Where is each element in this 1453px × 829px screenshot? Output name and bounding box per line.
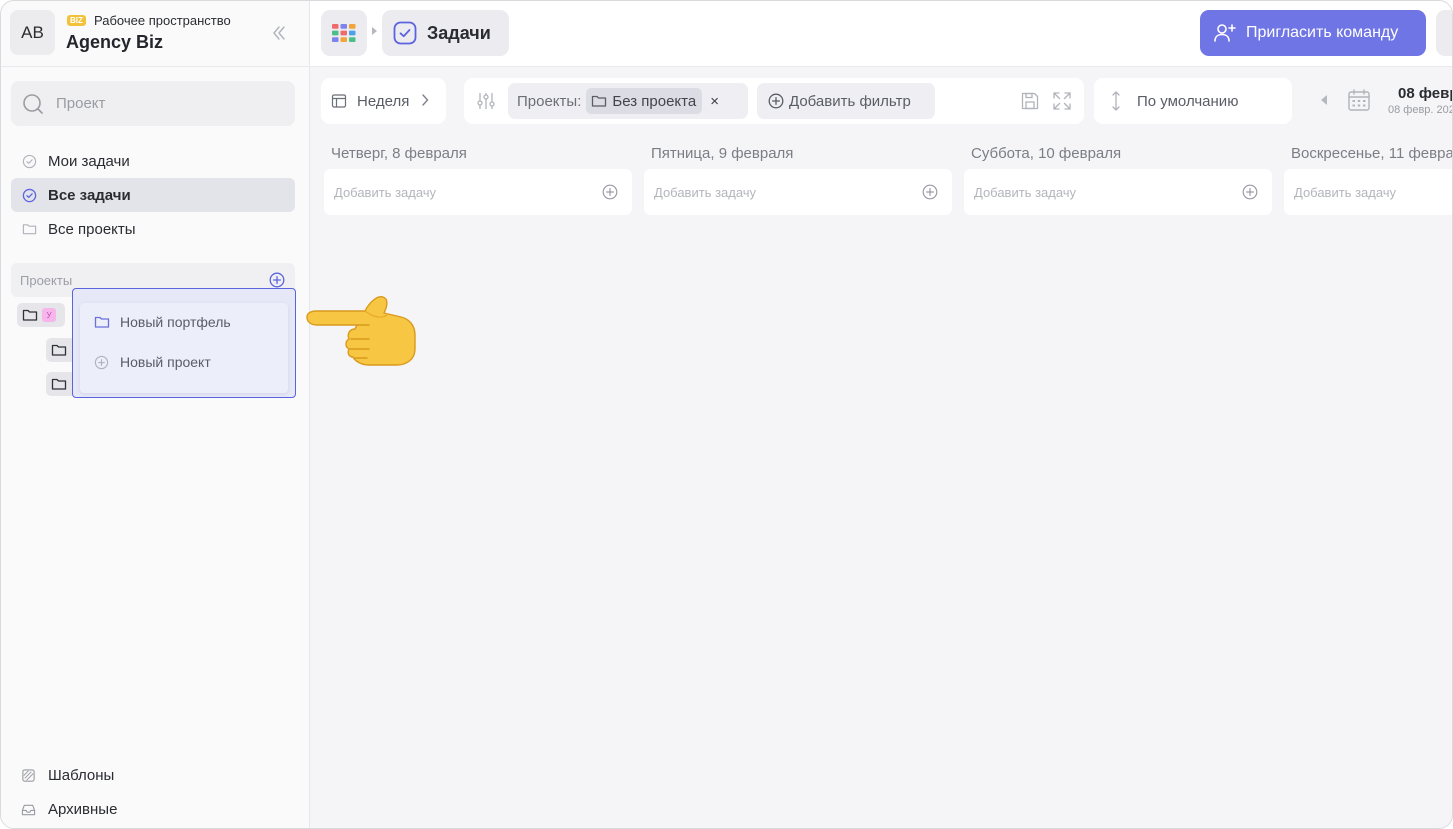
add-task-placeholder: Добавить задачу <box>334 184 437 200</box>
pointing-hand-icon <box>306 296 416 366</box>
plus-circle-icon[interactable] <box>1242 184 1258 200</box>
add-task-placeholder: Добавить задачу <box>974 184 1077 200</box>
day-title: Пятница, 9 февраля <box>651 145 794 162</box>
view-label: Неделя <box>357 92 410 110</box>
tree-portfolio-1[interactable]: У <box>17 303 65 327</box>
filter-chip-value[interactable]: Без проекта <box>586 88 703 114</box>
nav-label: Все проекты <box>48 220 136 238</box>
current-date-sub: 08 февр. 2024 <box>1388 104 1452 116</box>
add-task-placeholder: Добавить задачу <box>1294 184 1397 200</box>
folder-icon <box>22 308 38 322</box>
plus-circle-icon <box>94 354 110 370</box>
collapse-sidebar-button[interactable] <box>267 21 291 45</box>
date-navigator: 08 февр. 08 февр. 2024 <box>1321 78 1452 124</box>
archive-label: Архивные <box>48 800 118 818</box>
invite-team-label: Пригласить команду <box>1246 24 1399 41</box>
search-icon <box>23 93 43 114</box>
breadcrumb-tasks[interactable]: Задачи <box>382 10 509 56</box>
add-task-input[interactable]: Добавить задачу <box>1284 169 1452 215</box>
calendar-icon[interactable] <box>1347 88 1371 117</box>
day-title: Воскресенье, 11 февраля <box>1291 145 1453 162</box>
folder-icon <box>21 221 37 237</box>
chevron-right-icon <box>421 93 429 109</box>
add-menu-dropdown: Новый портфель Новый проект <box>72 288 296 398</box>
view-switcher-week[interactable]: Неделя <box>321 78 446 124</box>
apps-grid-icon <box>332 24 356 42</box>
add-task-input[interactable]: Добавить задачу <box>644 169 952 215</box>
sort-selector[interactable]: По умолчанию <box>1094 78 1292 124</box>
filter-chip-label: Проекты: <box>517 92 582 110</box>
add-filter-label: Добавить фильтр <box>789 92 911 110</box>
templates-link[interactable]: Шаблоны <box>11 760 295 790</box>
double-chevron-left-icon <box>273 26 285 40</box>
nav-all-tasks[interactable]: Все задачи <box>11 178 295 212</box>
expand-icon[interactable] <box>1052 91 1072 116</box>
top-bar: Задачи Пригласить команду <box>310 1 1452 67</box>
templates-label: Шаблоны <box>48 766 115 784</box>
plan-badge: BIZ <box>67 15 86 26</box>
apps-button[interactable] <box>321 10 367 56</box>
add-task-input[interactable]: Добавить задачу <box>324 169 632 215</box>
project-search[interactable] <box>11 81 295 126</box>
app-window: AB BIZ Рабочее пространство Agency Biz М… <box>0 0 1453 829</box>
add-project-button[interactable] <box>269 272 285 288</box>
search-input[interactable] <box>56 95 276 112</box>
day-column: Суббота, 10 февраля Добавить задачу <box>964 141 1272 215</box>
nav-label: Мои задачи <box>48 152 130 170</box>
menu-new-portfolio[interactable]: Новый портфель <box>80 303 288 341</box>
previous-week-button[interactable] <box>1321 95 1327 105</box>
add-menu-list: Новый портфель Новый проект <box>80 303 288 393</box>
save-filter-icon[interactable] <box>1020 91 1040 116</box>
projects-label: Проекты <box>20 273 73 288</box>
archive-link[interactable]: Архивные <box>11 794 295 824</box>
plus-circle-icon <box>768 93 784 109</box>
day-title: Суббота, 10 февраля <box>971 145 1122 162</box>
invite-team-button[interactable]: Пригласить команду <box>1200 10 1426 56</box>
nav-label: Все задачи <box>48 186 131 204</box>
check-circle-icon <box>21 153 37 169</box>
template-icon <box>21 767 37 783</box>
day-column: Четверг, 8 февраля Добавить задачу <box>324 141 632 215</box>
sidebar: AB BIZ Рабочее пространство Agency Biz М… <box>1 1 310 828</box>
plus-circle-icon <box>269 272 285 288</box>
check-square-icon <box>393 21 417 45</box>
breadcrumb-title: Задачи <box>427 22 491 43</box>
workspace-name[interactable]: Agency Biz <box>66 32 163 53</box>
workspace-header: AB BIZ Рабочее пространство Agency Biz <box>1 1 310 67</box>
archive-icon <box>21 801 37 817</box>
plus-circle-icon[interactable] <box>922 184 938 200</box>
workspace-avatar[interactable]: AB <box>10 10 55 55</box>
menu-new-project[interactable]: Новый проект <box>80 343 288 381</box>
folder-icon <box>591 94 607 108</box>
day-title: Четверг, 8 февраля <box>331 145 467 162</box>
check-circle-icon <box>21 187 37 203</box>
day-column: Воскресенье, 11 февраля Добавить задачу <box>1284 141 1453 215</box>
workspace-label: Рабочее пространство <box>94 13 231 28</box>
current-date: 08 февр. <box>1398 85 1452 102</box>
filter-bar: Проекты: Без проекта × Добавить фильтр <box>464 78 1084 124</box>
folder-icon <box>51 343 67 357</box>
add-filter-button[interactable]: Добавить фильтр <box>757 83 935 119</box>
filter-sliders-icon[interactable] <box>476 91 496 116</box>
plus-circle-icon[interactable] <box>602 184 618 200</box>
add-task-placeholder: Добавить задачу <box>654 184 757 200</box>
sort-label: По умолчанию <box>1137 92 1239 110</box>
nav-all-projects[interactable]: Все проекты <box>11 212 295 246</box>
sort-arrows-icon <box>1111 90 1121 112</box>
folder-icon <box>94 314 110 330</box>
nav-my-tasks[interactable]: Мои задачи <box>11 144 295 178</box>
add-task-input[interactable]: Добавить задачу <box>964 169 1272 215</box>
calendar-view-icon <box>331 93 347 109</box>
filter-chip-projects[interactable]: Проекты: Без проекта × <box>508 83 748 119</box>
add-user-icon <box>1214 23 1236 43</box>
folder-icon <box>51 377 67 391</box>
breadcrumb-separator <box>372 27 377 35</box>
remove-filter-button[interactable]: × <box>710 93 719 110</box>
filter-value-text: Без проекта <box>612 92 697 110</box>
project-color-swatch: У <box>42 308 56 322</box>
help-button[interactable] <box>1436 10 1452 56</box>
menu-item-label: Новый проект <box>120 354 211 370</box>
menu-item-label: Новый портфель <box>120 314 231 330</box>
day-column: Пятница, 9 февраля Добавить задачу <box>644 141 952 215</box>
